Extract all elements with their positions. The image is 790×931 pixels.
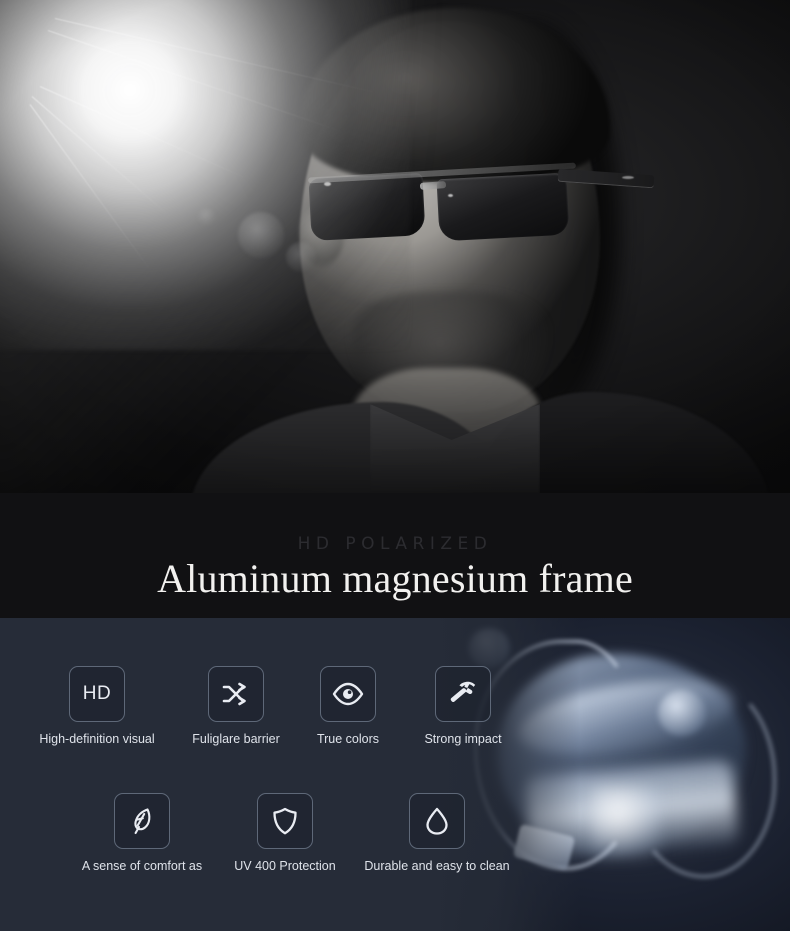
temple-arm: [557, 168, 655, 189]
droplet-icon: [409, 793, 465, 849]
hammer-icon: [435, 666, 491, 722]
feature-label: Fuliglare barrier: [192, 732, 280, 746]
feature-item-antiglare[interactable]: Fuliglare barrier: [165, 666, 307, 746]
feature-item-strong-impact[interactable]: Strong impact: [404, 666, 522, 746]
feather-icon: [114, 793, 170, 849]
feature-label: True colors: [316, 732, 380, 746]
feature-label: High-definition visual: [39, 732, 155, 746]
hd-icon-text: HD: [82, 683, 112, 704]
banner-title: Aluminum magnesium frame: [157, 556, 633, 601]
shield-icon: [257, 793, 313, 849]
feature-item-hd[interactable]: HD High-definition visual: [24, 666, 170, 746]
bokeh-circle: [238, 212, 284, 258]
bokeh-circle: [286, 242, 316, 272]
feature-label: Durable and easy to clean: [364, 859, 510, 873]
feature-item-uv400[interactable]: UV 400 Protection: [214, 793, 356, 873]
title-band: HD POLARIZED Aluminum magnesium frame: [0, 493, 790, 618]
feature-panel: HD High-definition visual Fuliglare barr…: [0, 618, 790, 931]
feature-item-durable[interactable]: Durable and easy to clean: [352, 793, 522, 873]
feature-icon-grid: HD High-definition visual Fuliglare barr…: [0, 618, 790, 931]
hd-icon: HD: [69, 666, 125, 722]
banner-subtitle: HD POLARIZED: [297, 534, 493, 554]
feature-label: A sense of comfort as: [81, 859, 203, 873]
feature-item-comfort[interactable]: A sense of comfort as: [70, 793, 214, 873]
product-detail-page: HD POLARIZED Aluminum magnesium frame HD: [0, 0, 790, 931]
right-lens: [436, 172, 570, 242]
bokeh-circle: [198, 208, 216, 226]
eye-icon: [320, 666, 376, 722]
temple-glint: [622, 176, 634, 179]
shuffle-icon: [208, 666, 264, 722]
feature-item-true-colors[interactable]: True colors: [292, 666, 404, 746]
feature-label: UV 400 Protection: [234, 859, 336, 873]
hero-banner-image: [0, 0, 790, 493]
lens-glint: [448, 194, 453, 197]
feature-label: Strong impact: [424, 732, 502, 746]
